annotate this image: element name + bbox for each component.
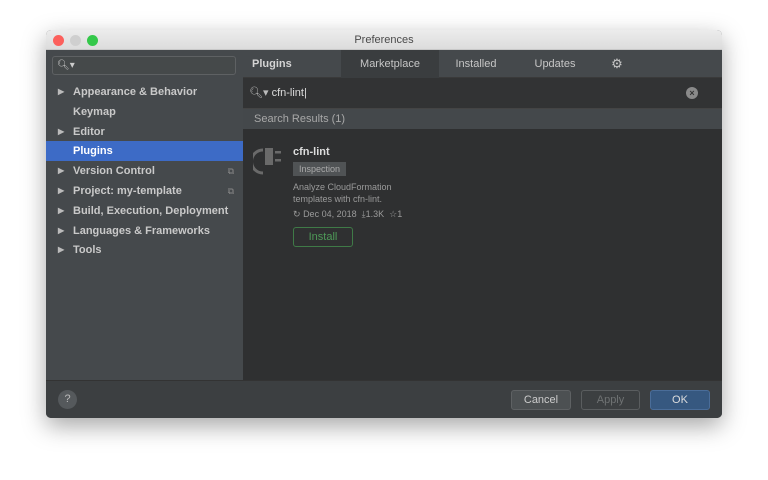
gear-icon[interactable]: ⚙ bbox=[597, 50, 637, 78]
sidebar-item-label: Plugins bbox=[73, 145, 113, 158]
tab-updates[interactable]: Updates bbox=[513, 50, 597, 78]
sidebar-item[interactable]: Keymap bbox=[46, 102, 243, 122]
plugins-panel: Plugins Marketplace Installed Updates ⚙ … bbox=[243, 50, 722, 380]
sidebar-item[interactable]: ▶ Project: my-template ⧉ bbox=[46, 181, 243, 201]
sidebar-item-label: Project: my-template bbox=[73, 185, 182, 197]
plugin-description: Analyze CloudFormation templates with cf… bbox=[293, 181, 392, 205]
star-icon: ☆ bbox=[389, 209, 398, 219]
refresh-icon: ↻ bbox=[293, 209, 301, 219]
project-level-icon: ⧉ bbox=[227, 186, 234, 196]
description-line: templates with cfn-lint. bbox=[293, 194, 383, 204]
sidebar: 🔍︎▾ ▶ Appearance & Behavior Keymap ▶ Editor P… bbox=[46, 50, 243, 380]
plugin-icon bbox=[253, 148, 281, 175]
sidebar-item-label: Tools bbox=[73, 244, 102, 257]
sidebar-item-label: Languages & Frameworks bbox=[73, 224, 210, 237]
zoom-button[interactable] bbox=[87, 35, 98, 46]
expand-arrow-icon[interactable]: ▶ bbox=[58, 240, 64, 260]
plugin-name[interactable]: cfn-lint bbox=[293, 146, 330, 158]
expand-arrow-icon[interactable]: ▶ bbox=[58, 181, 64, 201]
expand-arrow-icon[interactable]: ▶ bbox=[58, 221, 64, 241]
sidebar-item-label: Appearance & Behavior bbox=[73, 86, 198, 98]
expand-arrow-icon[interactable]: ▶ bbox=[58, 201, 64, 221]
apply-button[interactable]: Apply bbox=[581, 390, 640, 410]
install-button[interactable]: Install bbox=[293, 227, 353, 247]
sidebar-item-label: Build, Execution, Deployment bbox=[73, 204, 229, 217]
expand-arrow-icon[interactable]: ▶ bbox=[58, 82, 64, 102]
plugin-rating: 1 bbox=[397, 209, 403, 219]
window-title: Preferences bbox=[354, 34, 414, 46]
search-value: cfn-lint bbox=[271, 87, 304, 99]
plugin-meta: ↻ Dec 04, 2018 ⤓1.3K ☆1 bbox=[293, 209, 402, 220]
search-icon: 🔍︎▾ bbox=[249, 87, 269, 99]
sidebar-item[interactable]: ▶ Languages & Frameworks bbox=[46, 221, 243, 241]
sidebar-item[interactable]: ▶ Appearance & Behavior bbox=[46, 82, 243, 102]
plugin-tag: Inspection bbox=[293, 162, 347, 176]
settings-search-input[interactable]: 🔍︎▾ bbox=[52, 56, 236, 75]
preferences-window: Preferences 🔍︎▾ ▶ Appearance & Behavior Ke… bbox=[46, 30, 722, 418]
sidebar-item-label: Keymap bbox=[73, 105, 116, 118]
sidebar-item[interactable]: Plugins bbox=[46, 141, 243, 162]
title-bar: Preferences bbox=[46, 30, 722, 50]
ok-button[interactable]: OK bbox=[650, 390, 710, 410]
search-results-header: Search Results (1) bbox=[243, 109, 722, 129]
sidebar-item[interactable]: ▶ Tools bbox=[46, 240, 243, 260]
tab-marketplace[interactable]: Marketplace bbox=[341, 50, 439, 78]
plugins-heading: Plugins bbox=[252, 58, 292, 70]
help-button[interactable]: ? bbox=[58, 390, 77, 409]
plugin-card[interactable]: cfn-lint Inspection Analyze CloudFormati… bbox=[243, 129, 722, 279]
sidebar-item-label: Editor bbox=[73, 125, 105, 138]
tab-installed[interactable]: Installed bbox=[439, 50, 513, 78]
minimize-button[interactable] bbox=[70, 35, 81, 46]
clear-search-icon[interactable]: × bbox=[686, 87, 698, 99]
plugin-downloads: 1.3K bbox=[365, 209, 385, 219]
plugin-date: Dec 04, 2018 bbox=[303, 209, 357, 219]
plugin-search-input[interactable]: 🔍︎▾ cfn-lint| × bbox=[243, 78, 722, 109]
cancel-button[interactable]: Cancel bbox=[511, 390, 571, 410]
search-icon: 🔍︎▾ bbox=[57, 60, 75, 71]
sidebar-item[interactable]: ▶ Build, Execution, Deployment bbox=[46, 201, 243, 221]
expand-arrow-icon[interactable]: ▶ bbox=[58, 122, 64, 142]
plugin-tabs: Plugins Marketplace Installed Updates ⚙ bbox=[243, 50, 722, 78]
close-button[interactable] bbox=[53, 35, 64, 46]
expand-arrow-icon[interactable]: ▶ bbox=[58, 161, 64, 181]
description-line: Analyze CloudFormation bbox=[293, 182, 392, 192]
project-level-icon: ⧉ bbox=[227, 166, 234, 177]
sidebar-item-label: Version Control bbox=[73, 165, 155, 178]
sidebar-item[interactable]: ▶ Editor bbox=[46, 122, 243, 142]
sidebar-item[interactable]: ▶ Version Control ⧉ bbox=[46, 161, 243, 181]
